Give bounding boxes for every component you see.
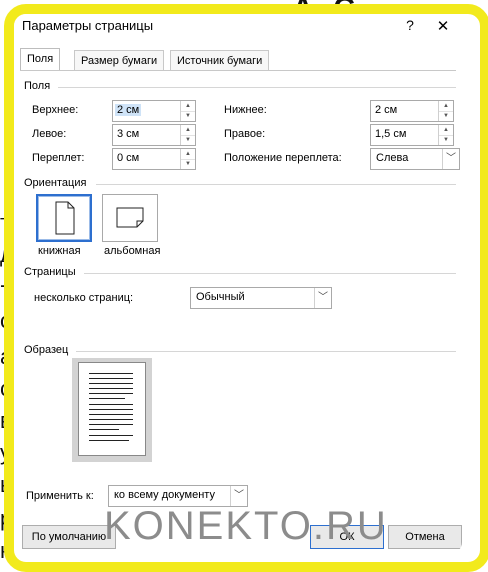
dialog-title: Параметры страницы	[22, 18, 154, 33]
landscape-label[interactable]: альбомная	[104, 245, 160, 257]
top-margin-label: Верхнее:	[32, 104, 79, 116]
right-margin-stepper[interactable]: 1,5 см ▲ ▼	[370, 124, 454, 146]
multiple-pages-select[interactable]: Обычный ﹀	[190, 287, 332, 309]
left-margin-value: 3 см	[117, 128, 140, 140]
preview-line	[89, 404, 133, 405]
chevron-down-icon[interactable]: ﹀	[442, 149, 459, 169]
spin-down-icon[interactable]: ▼	[439, 135, 453, 145]
cancel-button[interactable]: Отмена	[388, 525, 462, 549]
preview-line	[89, 373, 133, 374]
section-divider	[84, 273, 456, 274]
left-margin-stepper[interactable]: 3 см ▲ ▼	[112, 124, 196, 146]
preview-line	[89, 378, 133, 379]
chevron-down-icon[interactable]: ﹀	[230, 486, 247, 506]
preview-line	[89, 398, 125, 399]
gutter-position-select[interactable]: Слева ﹀	[370, 148, 460, 170]
preview-line	[89, 414, 133, 415]
bottom-margin-label: Нижнее:	[224, 104, 267, 116]
portrait-button[interactable]	[36, 194, 92, 242]
apply-to-value: ко всему документу	[114, 489, 215, 501]
portrait-label[interactable]: книжная	[38, 245, 81, 257]
tab-margins[interactable]: Поля	[20, 48, 61, 71]
multiple-pages-value: Обычный	[196, 291, 245, 303]
landscape-page-icon	[116, 207, 144, 228]
preview-line	[89, 419, 133, 420]
preview-line	[89, 429, 119, 430]
landscape-button[interactable]	[102, 194, 158, 242]
left-margin-label: Левое:	[32, 128, 67, 140]
preview-line	[89, 393, 133, 394]
preview-line	[89, 409, 133, 410]
gutter-position-value: Слева	[376, 152, 409, 164]
top-margin-value: 2 см	[115, 104, 142, 116]
tab-paper-source[interactable]: Источник бумаги	[170, 50, 270, 71]
gutter-label: Переплет:	[32, 152, 85, 164]
tab-paper-size[interactable]: Размер бумаги	[74, 50, 165, 71]
right-margin-value: 1,5 см	[375, 128, 407, 140]
help-button[interactable]: ?	[400, 17, 420, 39]
dialog-titlebar: Параметры страницы ? ✕	[14, 14, 462, 44]
preview-line	[89, 383, 133, 384]
preview-line	[89, 388, 133, 389]
page-setup-dialog: Параметры страницы ? ✕ Поля Размер бумаг…	[14, 14, 462, 554]
chevron-down-icon[interactable]: ﹀	[314, 288, 331, 308]
spin-down-icon[interactable]: ▼	[181, 111, 195, 121]
spin-down-icon[interactable]: ▼	[439, 111, 453, 121]
set-default-button[interactable]: По умолчанию	[22, 525, 116, 549]
gutter-value: 0 см	[117, 152, 140, 164]
bottom-margin-stepper[interactable]: 2 см ▲ ▼	[370, 100, 454, 122]
preview-line	[89, 435, 133, 436]
preview-page	[78, 362, 146, 456]
section-divider	[96, 184, 456, 185]
close-button[interactable]: ✕	[432, 17, 454, 39]
orientation-section-label: Ориентация	[24, 177, 87, 189]
spin-down-icon[interactable]: ▼	[181, 135, 195, 145]
gutter-stepper[interactable]: 0 см ▲ ▼	[112, 148, 196, 170]
right-margin-label: Правое:	[224, 128, 266, 140]
preview-line	[89, 440, 129, 441]
apply-to-label: Применить к:	[26, 490, 94, 502]
sample-preview	[72, 358, 152, 462]
gutter-position-label: Положение переплета:	[224, 152, 342, 164]
multiple-pages-label: несколько страниц:	[34, 292, 134, 304]
tab-divider	[20, 70, 456, 71]
section-divider	[76, 351, 456, 352]
sample-section-label: Образец	[24, 344, 69, 356]
bottom-margin-value: 2 см	[375, 104, 398, 116]
section-divider	[58, 87, 456, 88]
spin-down-icon[interactable]: ▼	[181, 159, 195, 169]
portrait-page-icon	[55, 201, 75, 235]
margins-section-label: Поля	[24, 80, 51, 92]
top-margin-stepper[interactable]: 2 см ▲ ▼	[112, 100, 196, 122]
watermark: KONEKTO.RU	[104, 504, 388, 548]
pages-section-label: Страницы	[24, 266, 76, 278]
preview-line	[89, 424, 133, 425]
